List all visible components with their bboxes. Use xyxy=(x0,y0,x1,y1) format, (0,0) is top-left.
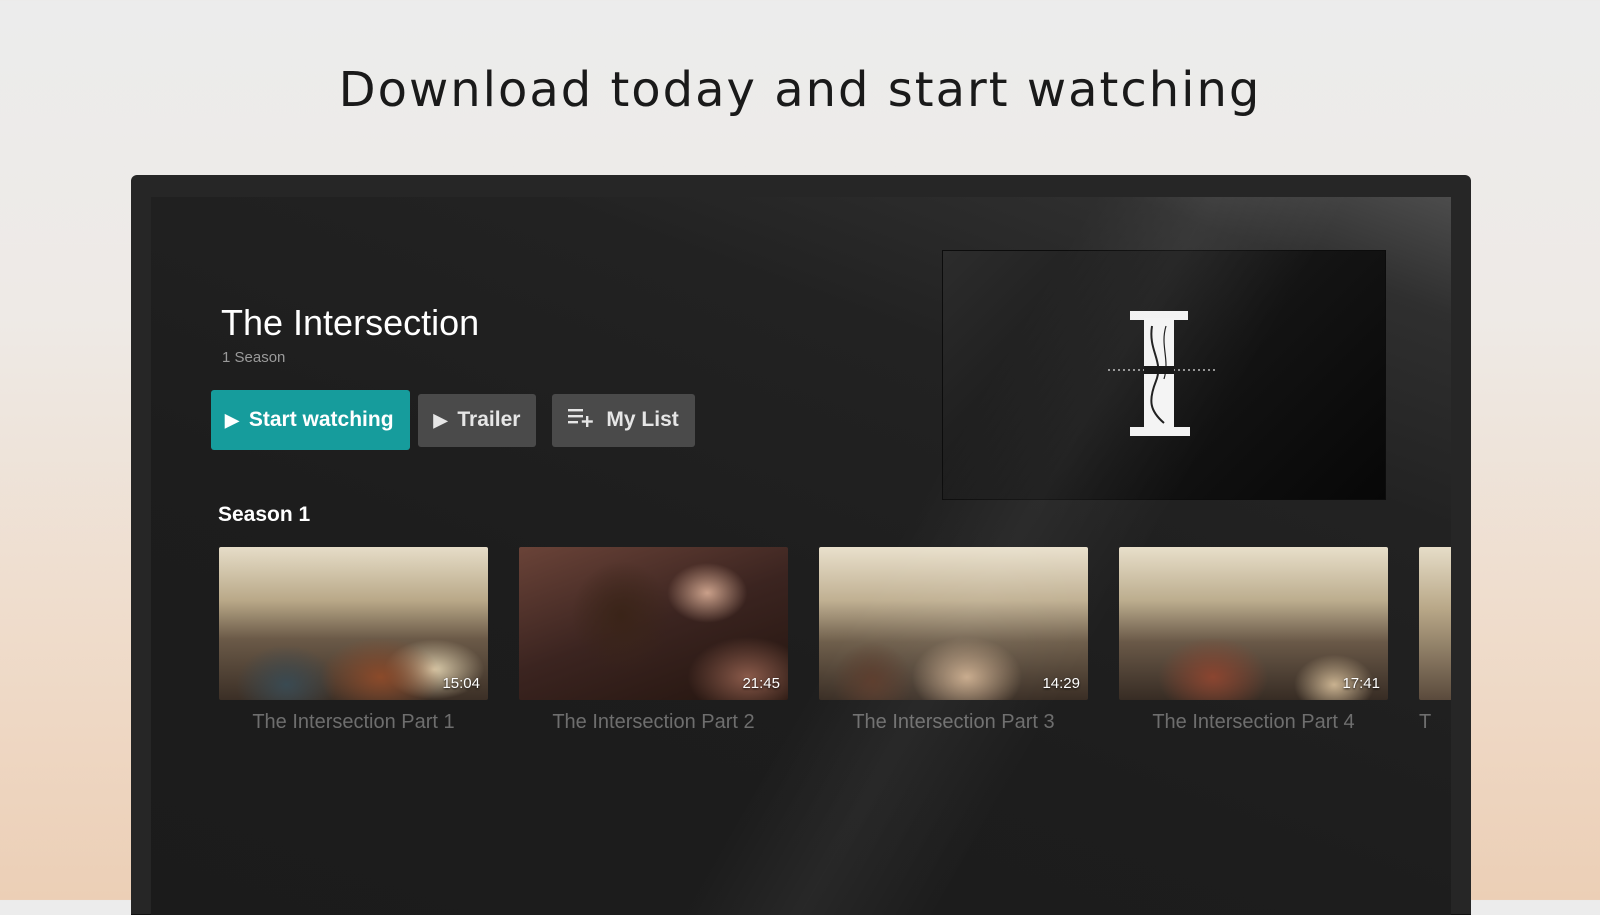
episode-title: The Intersection Part 1 xyxy=(252,711,455,733)
episode-row: 15:04 The Intersection Part 1 21:45 The … xyxy=(219,547,1451,734)
action-bar: ▶ Start watching ▶ Trailer My List xyxy=(211,390,711,450)
episode-title: The Intersection Part 4 xyxy=(1152,711,1355,733)
episode-card[interactable]: 14:29 The Intersection Part 3 xyxy=(819,547,1088,734)
trailer-button[interactable]: ▶ Trailer xyxy=(417,393,537,447)
promo-headline: Download today and start watching xyxy=(338,62,1262,118)
episode-duration: 17:41 xyxy=(1342,675,1380,692)
episode-card[interactable]: 17:41 The Intersection Part 4 xyxy=(1119,547,1388,734)
show-promo-art xyxy=(943,251,1385,499)
intersection-logo xyxy=(1108,311,1218,436)
tv-frame: The Intersection 1 Season ▶ Start watchi… xyxy=(131,175,1471,915)
episode-title: T xyxy=(1419,711,1432,733)
season-count: 1 Season xyxy=(222,349,286,366)
my-list-label: My List xyxy=(606,408,679,431)
episode-thumbnail[interactable]: 17:41 xyxy=(1119,547,1388,700)
episode-card-partial[interactable]: T xyxy=(1419,547,1451,734)
episode-duration: 14:29 xyxy=(1042,675,1080,692)
tv-screen: The Intersection 1 Season ▶ Start watchi… xyxy=(151,197,1451,915)
trailer-label: Trailer xyxy=(457,408,521,431)
episode-duration: 15:04 xyxy=(442,675,480,692)
play-icon: ▶ xyxy=(225,409,239,430)
episode-card[interactable]: 21:45 The Intersection Part 2 xyxy=(519,547,788,734)
season-heading: Season 1 xyxy=(218,503,311,526)
episode-thumbnail[interactable]: 14:29 xyxy=(819,547,1088,700)
episode-card[interactable]: 15:04 The Intersection Part 1 xyxy=(219,547,488,734)
playlist-add-icon xyxy=(568,406,596,434)
my-list-button[interactable]: My List xyxy=(552,393,695,447)
play-icon: ▶ xyxy=(433,409,448,430)
episode-title: The Intersection Part 2 xyxy=(552,711,755,733)
episode-duration: 21:45 xyxy=(742,675,780,692)
start-watching-label: Start watching xyxy=(248,408,394,431)
episode-thumbnail[interactable]: 15:04 xyxy=(219,547,488,700)
show-title: The Intersection xyxy=(221,302,480,343)
episode-thumbnail[interactable] xyxy=(1419,547,1451,700)
episode-thumbnail[interactable]: 21:45 xyxy=(519,547,788,700)
start-watching-button[interactable]: ▶ Start watching xyxy=(211,390,410,450)
episode-title: The Intersection Part 3 xyxy=(852,711,1055,733)
